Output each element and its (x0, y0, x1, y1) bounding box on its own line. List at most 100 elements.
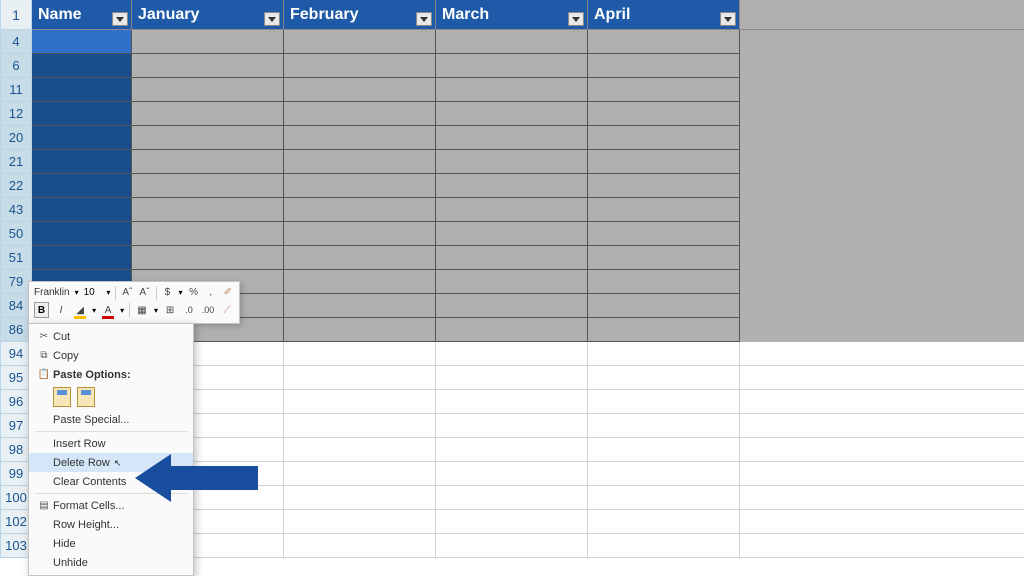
cell-month[interactable] (436, 126, 588, 150)
cell-month[interactable] (436, 294, 588, 318)
cell-month[interactable] (132, 102, 284, 126)
column-header-name[interactable]: Name (32, 0, 132, 30)
filter-button-january[interactable] (264, 12, 280, 26)
cell[interactable] (588, 390, 740, 414)
table-row[interactable]: 6 (0, 54, 1024, 78)
row-number[interactable]: 22 (0, 174, 32, 198)
cell[interactable] (588, 462, 740, 486)
paste-option-1[interactable] (53, 387, 71, 407)
font-name-selector[interactable]: Franklin (34, 287, 70, 298)
row-number[interactable]: 11 (0, 78, 32, 102)
cell[interactable] (436, 342, 588, 366)
cell[interactable] (588, 510, 740, 534)
cell-name[interactable] (32, 222, 132, 246)
italic-button[interactable]: I (54, 303, 68, 318)
cell-month[interactable] (436, 270, 588, 294)
row-number[interactable]: 50 (0, 222, 32, 246)
menu-paste-special[interactable]: Paste Special... (29, 410, 193, 429)
cell-name[interactable] (32, 198, 132, 222)
filter-button-march[interactable] (568, 12, 584, 26)
column-header-march[interactable]: March (436, 0, 588, 30)
cell[interactable] (284, 414, 436, 438)
row-number[interactable]: 6 (0, 54, 32, 78)
clear-format-button[interactable]: ⟋ (220, 303, 234, 318)
cell-month[interactable] (284, 294, 436, 318)
cell-month[interactable] (132, 30, 284, 54)
font-color-button[interactable]: A (101, 303, 115, 318)
menu-format-cells[interactable]: ▤ Format Cells... (29, 496, 193, 515)
cell-month[interactable] (436, 318, 588, 342)
menu-unhide[interactable]: Unhide (29, 553, 193, 572)
cell-month[interactable] (588, 222, 740, 246)
cell[interactable] (436, 510, 588, 534)
cell-month[interactable] (132, 150, 284, 174)
cell-month[interactable] (588, 174, 740, 198)
cell[interactable] (284, 390, 436, 414)
cell[interactable] (284, 510, 436, 534)
cell-month[interactable] (132, 78, 284, 102)
cell[interactable] (284, 486, 436, 510)
cell-name[interactable] (32, 102, 132, 126)
paste-option-2[interactable] (77, 387, 95, 407)
cell-month[interactable] (436, 198, 588, 222)
row-number-header[interactable]: 1 (0, 0, 32, 30)
cell-month[interactable] (284, 30, 436, 54)
menu-hide[interactable]: Hide (29, 534, 193, 553)
percent-button[interactable]: % (188, 285, 200, 300)
cell-month[interactable] (284, 150, 436, 174)
cell[interactable] (588, 342, 740, 366)
cell[interactable] (284, 342, 436, 366)
cell[interactable] (588, 438, 740, 462)
cell-month[interactable] (132, 174, 284, 198)
cell-month[interactable] (588, 198, 740, 222)
cell-month[interactable] (588, 270, 740, 294)
cell[interactable] (284, 438, 436, 462)
cell-month[interactable] (436, 222, 588, 246)
cell-name[interactable] (32, 126, 132, 150)
decrease-decimal-button[interactable]: .0 (182, 303, 196, 318)
column-header-april[interactable]: April (588, 0, 740, 30)
cell[interactable] (436, 438, 588, 462)
menu-delete-row[interactable]: Delete Row↖ (29, 453, 193, 472)
row-number[interactable]: 20 (0, 126, 32, 150)
column-header-january[interactable]: January (132, 0, 284, 30)
row-number[interactable]: 21 (0, 150, 32, 174)
cell-month[interactable] (284, 198, 436, 222)
cell-month[interactable] (284, 102, 436, 126)
menu-clear-contents[interactable]: Clear Contents (29, 472, 193, 491)
table-row[interactable]: 50 (0, 222, 1024, 246)
currency-button[interactable]: $ (161, 285, 173, 300)
cell-month[interactable] (436, 54, 588, 78)
cell-month[interactable] (588, 54, 740, 78)
cell-month[interactable] (588, 294, 740, 318)
table-row[interactable]: 21 (0, 150, 1024, 174)
cell-month[interactable] (284, 78, 436, 102)
cell-month[interactable] (436, 246, 588, 270)
cell-month[interactable] (284, 270, 436, 294)
cell-month[interactable] (436, 102, 588, 126)
cell-month[interactable] (284, 54, 436, 78)
row-number[interactable]: 43 (0, 198, 32, 222)
cell[interactable] (436, 366, 588, 390)
cell-month[interactable] (588, 246, 740, 270)
table-row[interactable]: 22 (0, 174, 1024, 198)
table-row[interactable]: 51 (0, 246, 1024, 270)
cell-month[interactable] (132, 126, 284, 150)
cell-month[interactable] (284, 222, 436, 246)
filter-button-february[interactable] (416, 12, 432, 26)
bold-button[interactable]: B (34, 302, 49, 318)
format-painter-icon[interactable]: ✐ (222, 285, 234, 300)
column-header-february[interactable]: February (284, 0, 436, 30)
cell[interactable] (436, 414, 588, 438)
fill-color-button[interactable]: ◢ (73, 303, 87, 318)
cell-month[interactable] (588, 150, 740, 174)
filter-button-april[interactable] (720, 12, 736, 26)
merge-button[interactable]: ⊞ (163, 303, 177, 318)
cell[interactable] (436, 486, 588, 510)
cell-month[interactable] (284, 174, 436, 198)
cell-name[interactable] (32, 30, 132, 54)
cell[interactable] (588, 366, 740, 390)
cell[interactable] (588, 486, 740, 510)
table-row[interactable]: 12 (0, 102, 1024, 126)
cell-month[interactable] (436, 30, 588, 54)
